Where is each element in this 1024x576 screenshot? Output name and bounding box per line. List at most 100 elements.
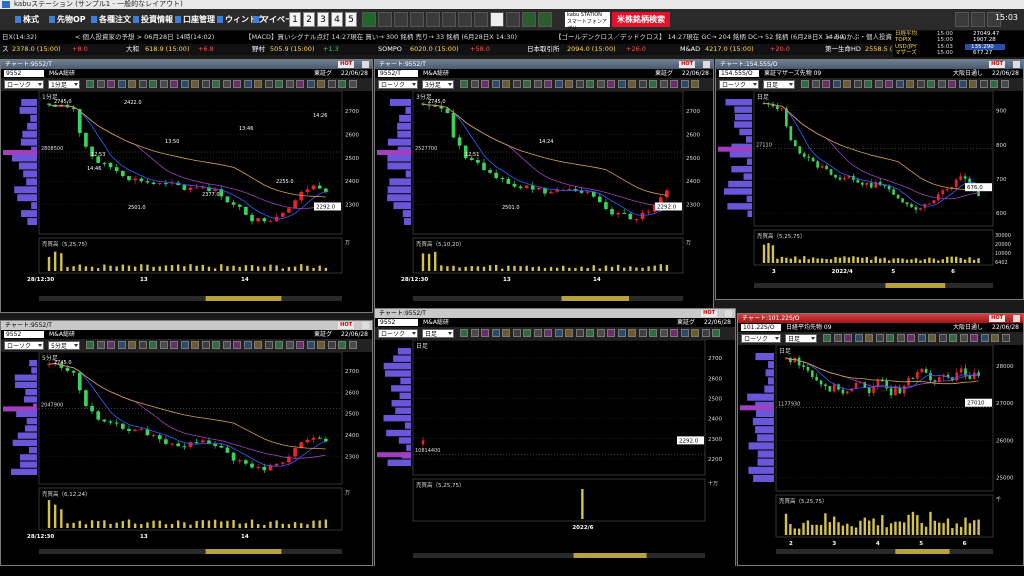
hot-badge[interactable]: HOT [679, 61, 695, 68]
chart-type-select[interactable]: ローソク [741, 334, 781, 343]
chart-type-select[interactable]: ローソク [719, 80, 759, 89]
draw-rect-icon[interactable] [617, 80, 626, 88]
compare-icon[interactable] [159, 341, 168, 349]
text-icon[interactable] [491, 80, 500, 88]
save-icon[interactable] [906, 80, 914, 88]
chart-canvas[interactable]: 2808500270026002500240023001分足2292.02745… [1, 91, 372, 302]
indicator-icon[interactable] [296, 341, 304, 349]
draw-line-icon[interactable] [607, 329, 615, 337]
layout-button-2[interactable]: 2 [303, 12, 315, 27]
compare-icon[interactable] [680, 80, 689, 88]
export-icon[interactable] [222, 341, 231, 349]
menu-futures-op[interactable]: 先物OP [48, 12, 86, 28]
fib-icon[interactable] [969, 80, 977, 88]
hot-badge[interactable]: HOT [338, 61, 354, 68]
zoom-in-icon[interactable] [502, 329, 510, 337]
settings-icon[interactable] [348, 80, 357, 88]
symbol-code-input[interactable]: 9552 [4, 70, 44, 77]
fib-icon[interactable] [628, 80, 636, 88]
grid-icon[interactable] [544, 329, 552, 337]
indicator-icon[interactable] [886, 334, 894, 342]
chart-type-select[interactable]: ローソク [4, 80, 44, 89]
gear-icon[interactable] [971, 12, 985, 27]
compare-icon[interactable] [896, 334, 905, 342]
hot-badge[interactable]: HOT [989, 315, 1005, 322]
save-icon[interactable] [338, 80, 346, 88]
color-icon[interactable] [895, 80, 904, 88]
compare-icon[interactable] [533, 329, 542, 337]
chart-window-titlebar[interactable]: チャート:101.22S/O HOT [738, 314, 1023, 323]
draw-line-icon[interactable] [86, 341, 94, 349]
save-icon[interactable] [191, 341, 199, 349]
zoom-out-icon[interactable] [512, 80, 521, 88]
indicator-icon[interactable] [149, 341, 157, 349]
close-icon[interactable] [1013, 61, 1020, 68]
hot-badge[interactable]: HOT [338, 322, 354, 329]
menu-investment-info[interactable]: 投資情報 [132, 12, 173, 28]
symbol-code-input[interactable]: 154.55S/O [719, 70, 759, 77]
layout-button-3[interactable]: 3 [317, 12, 329, 27]
color-icon[interactable] [701, 329, 710, 337]
refresh-icon[interactable] [212, 341, 220, 349]
fib-icon[interactable] [481, 80, 489, 88]
text-icon[interactable] [1001, 334, 1010, 342]
lock-icon[interactable] [410, 12, 424, 27]
zoom-in-icon[interactable] [649, 80, 657, 88]
export-icon[interactable] [959, 334, 968, 342]
text-icon[interactable] [491, 329, 500, 337]
plus-icon[interactable] [474, 12, 488, 27]
hot-badge[interactable]: HOT [701, 310, 717, 317]
draw-line-icon[interactable] [460, 329, 468, 337]
grid-icon[interactable] [170, 341, 178, 349]
zoom-out-icon[interactable] [875, 334, 884, 342]
chart-type-select[interactable]: ローソク [378, 80, 418, 89]
period-select[interactable]: 日足 [785, 334, 817, 343]
draw-line-icon[interactable] [233, 341, 241, 349]
chart-window[interactable]: チャート:101.22S/O HOT 101.22S/O 日経平均先物 09 大… [737, 313, 1024, 566]
indicator-icon[interactable] [523, 80, 531, 88]
refresh-icon[interactable] [927, 80, 935, 88]
chart-window-titlebar[interactable]: チャート:9552/T HOT [375, 60, 713, 69]
compare-icon[interactable] [306, 341, 315, 349]
draw-rect-icon[interactable] [958, 80, 967, 88]
symbol-code-input[interactable]: 9552/T [378, 70, 418, 77]
zoom-out-icon[interactable] [659, 80, 668, 88]
settings-icon[interactable] [575, 80, 584, 88]
chart-window[interactable]: チャート:9552/T HOT 9552 M&A総研 東証グ 22/06/28 … [0, 59, 373, 313]
zoom-in-icon[interactable] [128, 341, 136, 349]
refresh-icon[interactable] [586, 329, 594, 337]
ranking-icon[interactable] [522, 12, 536, 27]
text-icon[interactable] [264, 80, 273, 88]
ticker-item[interactable]: < みんかぶ・個人投資 [826, 31, 892, 44]
fib-icon[interactable] [254, 341, 262, 349]
settings-icon[interactable] [916, 80, 925, 88]
chart-canvas[interactable]: 1177930 28000 27000 26000 25000 日足 27010 売買高（5,… [738, 345, 1023, 555]
kabu-station-app-link[interactable]: kabu STATION スマートフォンアプリ [565, 12, 610, 32]
draw-rect-icon[interactable] [470, 80, 479, 88]
text-icon[interactable] [117, 80, 126, 88]
draw-line-icon[interactable] [823, 334, 831, 342]
close-icon[interactable] [703, 61, 710, 68]
symbol-code-input[interactable]: 101.22S/O [741, 324, 781, 331]
draw-line-icon[interactable] [948, 80, 956, 88]
zoom-in-icon[interactable] [502, 80, 510, 88]
grid-icon[interactable] [317, 341, 325, 349]
save-icon[interactable] [928, 334, 936, 342]
zoom-out-icon[interactable] [853, 80, 862, 88]
symbol-code-input[interactable]: 9552 [378, 319, 418, 326]
draw-line-icon[interactable] [86, 80, 94, 88]
spreadsheet-icon[interactable] [362, 12, 376, 27]
settings-icon[interactable] [575, 329, 584, 337]
zoom-in-icon[interactable] [275, 80, 283, 88]
fib-icon[interactable] [822, 80, 830, 88]
text-icon[interactable] [854, 334, 863, 342]
fib-icon[interactable] [254, 80, 262, 88]
grid-icon[interactable] [691, 329, 699, 337]
zoom-in-icon[interactable] [865, 334, 873, 342]
zoom-in-icon[interactable] [275, 341, 283, 349]
draw-line-icon[interactable] [801, 80, 809, 88]
chart-window-titlebar[interactable]: チャート:9552/T HOT [375, 309, 735, 318]
draw-rect-icon[interactable] [470, 329, 479, 337]
layout-button-5[interactable]: 5 [345, 12, 357, 27]
close-icon[interactable] [725, 310, 732, 317]
